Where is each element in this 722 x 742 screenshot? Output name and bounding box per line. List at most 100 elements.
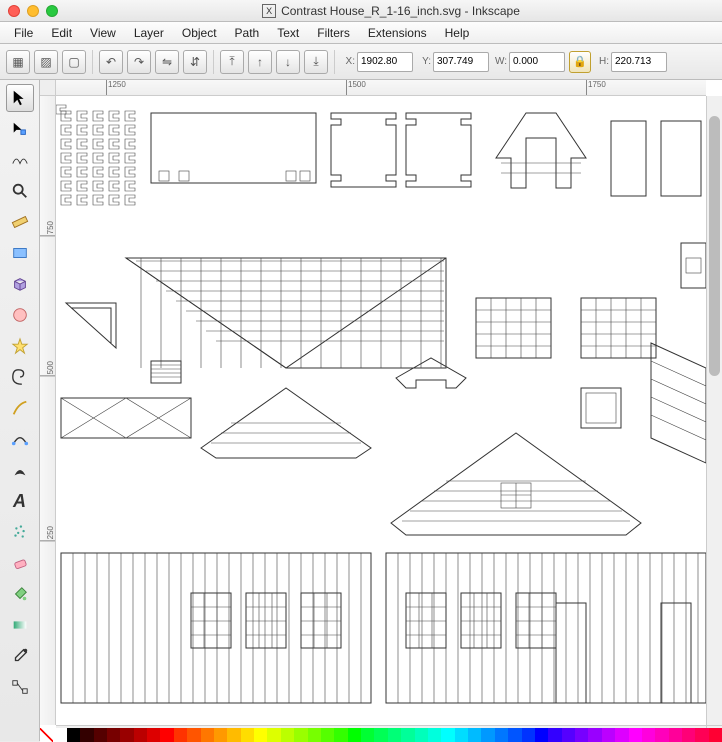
ellipse-tool[interactable]: [6, 301, 34, 329]
color-swatch[interactable]: [548, 728, 561, 742]
menu-object[interactable]: Object: [174, 23, 225, 43]
horizontal-ruler[interactable]: 1250 1500 1750: [56, 80, 706, 96]
canvas[interactable]: [56, 96, 706, 725]
raise-top-button[interactable]: ⤒: [220, 50, 244, 74]
color-swatch[interactable]: [602, 728, 615, 742]
gradient-tool[interactable]: [6, 611, 34, 639]
color-swatch[interactable]: [334, 728, 347, 742]
menu-edit[interactable]: Edit: [43, 23, 80, 43]
scrollbar-thumb[interactable]: [709, 116, 720, 376]
color-swatch[interactable]: [441, 728, 454, 742]
color-swatch[interactable]: [147, 728, 160, 742]
swatch-none[interactable]: [40, 728, 53, 742]
vertical-ruler[interactable]: 750 500 250: [40, 96, 56, 725]
text-tool[interactable]: A: [6, 487, 34, 515]
color-swatch[interactable]: [655, 728, 668, 742]
color-swatch[interactable]: [669, 728, 682, 742]
zoom-window-button[interactable]: [46, 5, 58, 17]
lower-bottom-button[interactable]: ⤓: [304, 50, 328, 74]
minimize-window-button[interactable]: [27, 5, 39, 17]
rotate-ccw-button[interactable]: ↶: [99, 50, 123, 74]
selector-tool[interactable]: [6, 84, 34, 112]
dropper-tool[interactable]: [6, 642, 34, 670]
close-window-button[interactable]: [8, 5, 20, 17]
color-swatch[interactable]: [388, 728, 401, 742]
flip-vertical-button[interactable]: ⇵: [183, 50, 207, 74]
menu-path[interactable]: Path: [227, 23, 268, 43]
eraser-tool[interactable]: [6, 549, 34, 577]
color-swatch[interactable]: [709, 728, 722, 742]
menu-file[interactable]: File: [6, 23, 41, 43]
color-swatch[interactable]: [227, 728, 240, 742]
color-swatch[interactable]: [588, 728, 601, 742]
color-swatch[interactable]: [562, 728, 575, 742]
w-input[interactable]: [509, 52, 565, 72]
color-swatch[interactable]: [415, 728, 428, 742]
color-swatch[interactable]: [308, 728, 321, 742]
color-swatch[interactable]: [241, 728, 254, 742]
color-swatch[interactable]: [187, 728, 200, 742]
y-input[interactable]: [433, 52, 489, 72]
3dbox-tool[interactable]: [6, 270, 34, 298]
color-swatch[interactable]: [174, 728, 187, 742]
spray-tool[interactable]: [6, 518, 34, 546]
ruler-origin[interactable]: [40, 80, 56, 96]
deselect-button[interactable]: ▢: [62, 50, 86, 74]
color-swatch[interactable]: [348, 728, 361, 742]
x-input[interactable]: [357, 52, 413, 72]
color-swatch[interactable]: [134, 728, 147, 742]
measure-tool[interactable]: [6, 208, 34, 236]
menu-extensions[interactable]: Extensions: [360, 23, 435, 43]
color-swatch[interactable]: [160, 728, 173, 742]
color-swatch[interactable]: [575, 728, 588, 742]
color-swatch[interactable]: [642, 728, 655, 742]
color-swatch[interactable]: [374, 728, 387, 742]
color-swatch[interactable]: [522, 728, 535, 742]
color-swatch[interactable]: [294, 728, 307, 742]
flip-horizontal-button[interactable]: ⇋: [155, 50, 179, 74]
color-swatch[interactable]: [401, 728, 414, 742]
menu-help[interactable]: Help: [437, 23, 478, 43]
color-swatch[interactable]: [468, 728, 481, 742]
rotate-cw-button[interactable]: ↷: [127, 50, 151, 74]
star-tool[interactable]: [6, 332, 34, 360]
color-swatch[interactable]: [120, 728, 133, 742]
lower-button[interactable]: ↓: [276, 50, 300, 74]
menu-text[interactable]: Text: [269, 23, 307, 43]
color-swatch[interactable]: [201, 728, 214, 742]
color-swatch[interactable]: [267, 728, 280, 742]
bezier-tool[interactable]: [6, 425, 34, 453]
color-swatch[interactable]: [695, 728, 708, 742]
lock-aspect-button[interactable]: 🔒: [569, 51, 591, 73]
color-swatch[interactable]: [535, 728, 548, 742]
vertical-scrollbar[interactable]: [706, 96, 722, 725]
h-input[interactable]: [611, 52, 667, 72]
color-swatch[interactable]: [321, 728, 334, 742]
connector-tool[interactable]: [6, 673, 34, 701]
color-swatch[interactable]: [254, 728, 267, 742]
color-swatch[interactable]: [495, 728, 508, 742]
color-swatch[interactable]: [682, 728, 695, 742]
pencil-tool[interactable]: [6, 394, 34, 422]
color-swatch[interactable]: [481, 728, 494, 742]
spiral-tool[interactable]: [6, 363, 34, 391]
color-swatch[interactable]: [508, 728, 521, 742]
calligraphy-tool[interactable]: [6, 456, 34, 484]
select-all-button[interactable]: ▦: [6, 50, 30, 74]
color-swatch[interactable]: [94, 728, 107, 742]
color-swatch[interactable]: [281, 728, 294, 742]
color-swatch[interactable]: [361, 728, 374, 742]
menu-layer[interactable]: Layer: [126, 23, 172, 43]
color-swatch[interactable]: [455, 728, 468, 742]
color-swatch[interactable]: [629, 728, 642, 742]
rectangle-tool[interactable]: [6, 239, 34, 267]
color-swatch[interactable]: [53, 728, 66, 742]
raise-button[interactable]: ↑: [248, 50, 272, 74]
zoom-tool[interactable]: [6, 177, 34, 205]
paintbucket-tool[interactable]: [6, 580, 34, 608]
menu-view[interactable]: View: [82, 23, 124, 43]
color-swatch[interactable]: [214, 728, 227, 742]
color-swatch[interactable]: [428, 728, 441, 742]
menu-filters[interactable]: Filters: [309, 23, 358, 43]
tweak-tool[interactable]: [6, 146, 34, 174]
